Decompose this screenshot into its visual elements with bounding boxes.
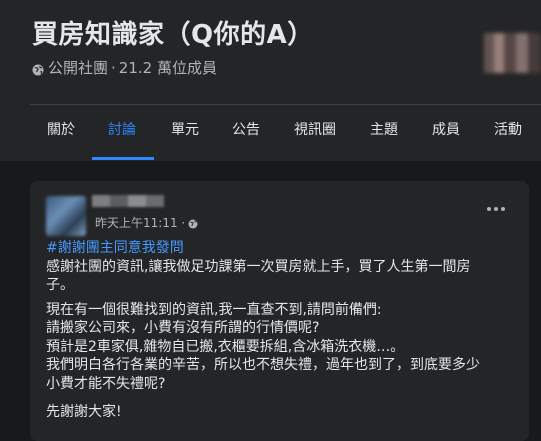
post-line: 預計是2車家俱,雜物自已搬,衣櫃要拆組,含冰箱洗衣機…。 [46, 338, 405, 355]
post-line: 小費才能不失禮呢? [46, 375, 166, 392]
tab-topics[interactable]: 主題 [370, 106, 398, 158]
post-time[interactable]: 昨天上午11:11 · [95, 214, 185, 231]
more-options-button[interactable] [480, 199, 512, 219]
tab-units[interactable]: 單元 [171, 106, 199, 158]
post-line: 先謝謝大家! [46, 404, 122, 420]
group-title[interactable]: 買房知識家（Q你的A） [32, 14, 314, 51]
more-icon-dot [501, 207, 505, 211]
header-divider [30, 104, 541, 105]
member-avatars[interactable] [484, 33, 541, 73]
post-line: 我們明白各行各業的辛苦，所以也不想失禮，過年也到了，到底要多少 [46, 357, 480, 373]
group-meta: 公開社團 · 21.2 萬位成員 [32, 57, 217, 78]
more-icon [487, 207, 491, 211]
more-icon-dot [494, 207, 498, 211]
avatar[interactable] [46, 196, 86, 236]
globe-icon [32, 62, 44, 75]
group-tabs: 關於 討論 單元 公告 視訊圈 主題 成員 活動 [0, 106, 541, 161]
post-line: 子。 [46, 277, 74, 293]
tab-members[interactable]: 成員 [432, 106, 460, 158]
tab-events[interactable]: 活動 [494, 106, 522, 158]
post-line: 現在有一個很難找到的資訊,我一直查不到,請問前備們: [46, 301, 382, 318]
post-card: 昨天上午11:11 · #謝謝團主同意我發問 感謝社團的資訊,讓我做足功課第一次… [30, 181, 529, 441]
post-line: 感謝社團的資訊,讓我做足功課第一次買房就上手，買了人生第一間房 [46, 258, 471, 275]
tab-video[interactable]: 視訊圈 [294, 106, 336, 158]
tab-announcements[interactable]: 公告 [232, 106, 260, 158]
meta-separator: · [111, 58, 116, 77]
tab-discussion[interactable]: 討論 [108, 106, 136, 158]
group-privacy: 公開社團 [48, 59, 109, 77]
hashtag-link[interactable]: #謝謝團主同意我發問 [46, 240, 184, 256]
member-count[interactable]: 21.2 萬位成員 [119, 57, 217, 78]
active-tab-indicator [92, 157, 154, 160]
tab-about[interactable]: 關於 [47, 106, 75, 158]
post-body: #謝謝團主同意我發問 感謝社團的資訊,讓我做足功課第一次買房就上手，買了人生第一… [46, 239, 516, 422]
group-header: 買房知識家（Q你的A） 公開社團 · 21.2 萬位成員 關於 討論 單元 公告… [0, 0, 541, 161]
author-name[interactable] [92, 195, 164, 207]
post-timestamp: 昨天上午11:11 · [95, 214, 198, 231]
post-line: 請搬家公司來，小費有沒有所謂的行情價呢? [46, 320, 320, 336]
audience-icon [188, 218, 198, 228]
